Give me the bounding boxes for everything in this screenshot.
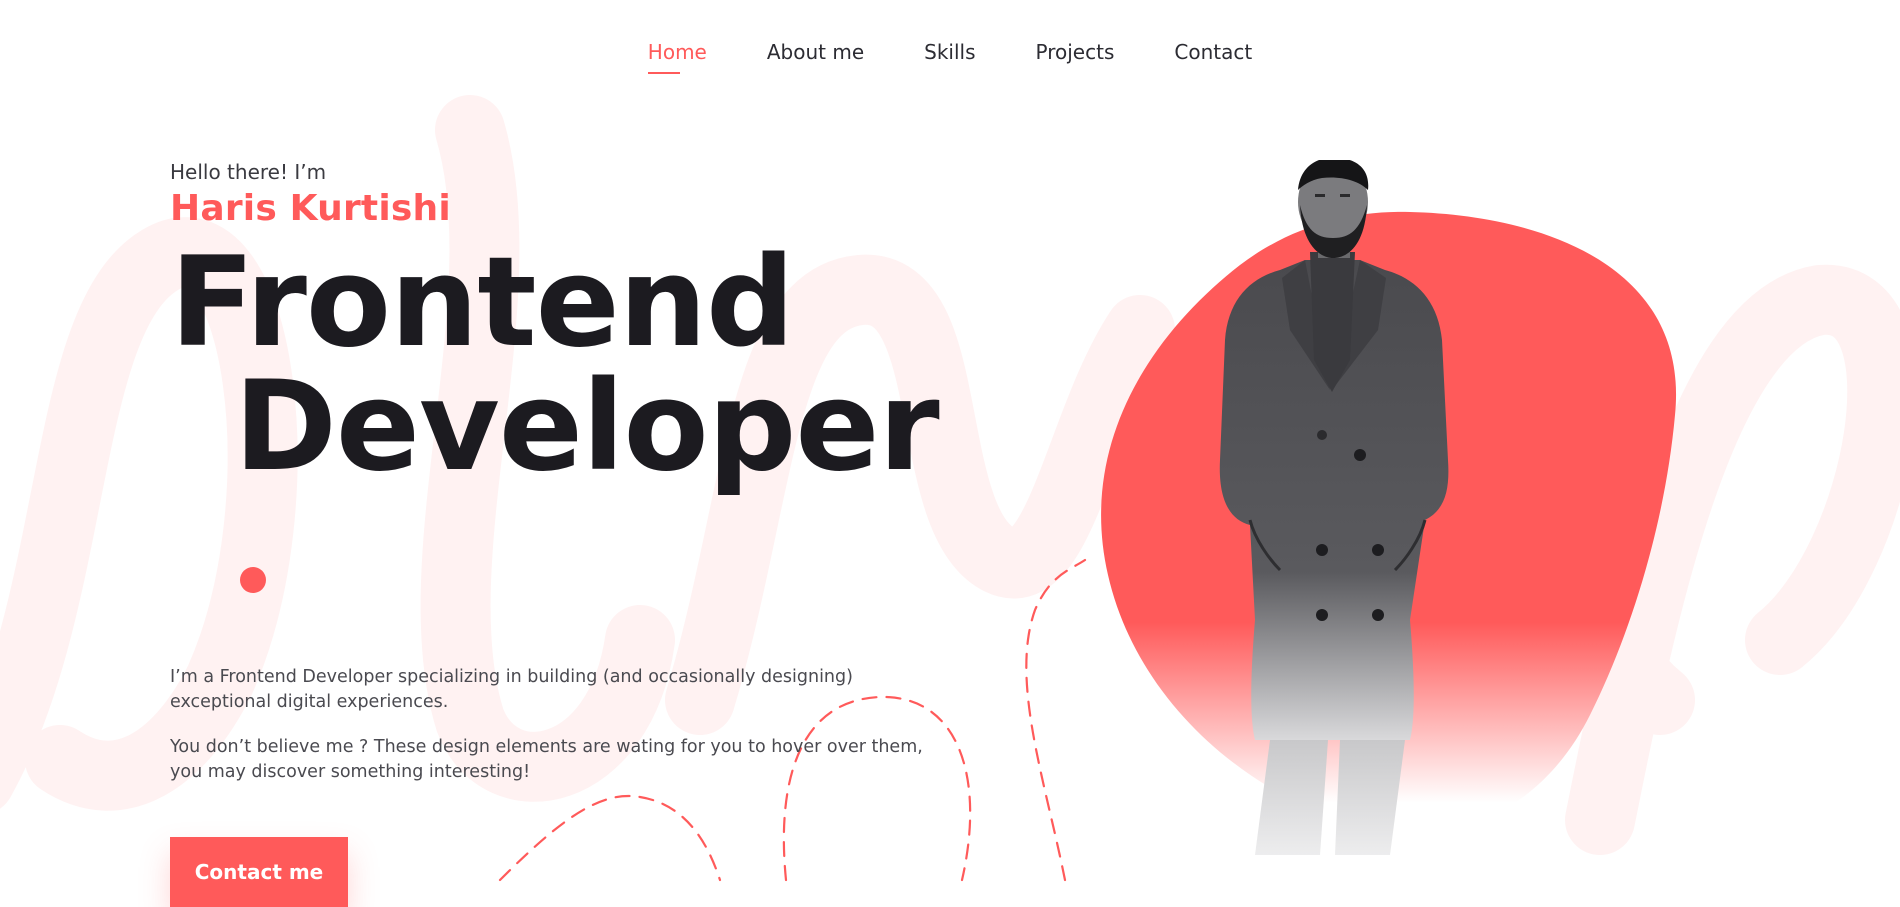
greeting: Hello there! I’m — [170, 160, 327, 184]
hero-section: Hello there! I’m Haris Kurtishi Frontend… — [170, 160, 950, 907]
chevron-up-icon[interactable]: ^ — [275, 860, 292, 880]
title-line-1: Frontend — [170, 231, 795, 375]
nav-skills[interactable]: Skills — [924, 40, 975, 74]
description-2: You don’t believe me ? These design elem… — [170, 737, 923, 782]
nav-home[interactable]: Home — [647, 40, 707, 74]
developer-name: Haris Kurtishi — [170, 188, 451, 229]
nav-about-me[interactable]: About me — [767, 40, 864, 74]
title-line-2-text: Developer — [234, 355, 940, 499]
nav-contact[interactable]: Contact — [1174, 40, 1252, 74]
accent-dot — [240, 567, 266, 593]
hero-title: Frontend Developer — [170, 241, 950, 613]
portrait-image — [1219, 160, 1449, 855]
title-line-2: Developer — [234, 365, 950, 613]
description-1: I’m a Frontend Developer specializing in… — [170, 667, 853, 712]
main-nav: Home About me Skills Projects Contact — [0, 40, 1900, 74]
contact-me-button[interactable]: Contact me — [170, 837, 348, 907]
nav-projects[interactable]: Projects — [1036, 40, 1115, 74]
